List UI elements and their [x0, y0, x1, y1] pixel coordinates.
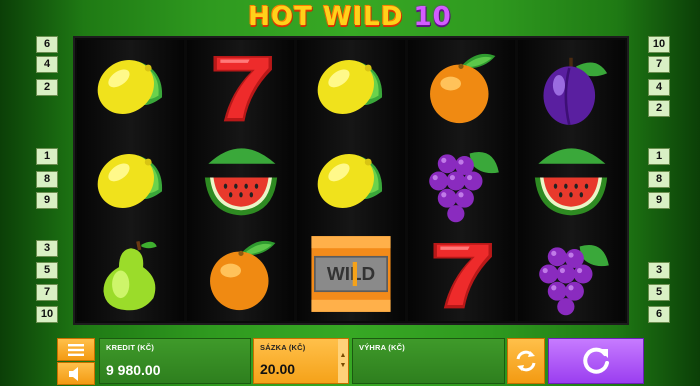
symbol-plum [518, 40, 625, 134]
payline-marker[interactable]: 6 [648, 306, 670, 323]
payline-marker[interactable]: 10 [36, 306, 58, 323]
orange-icon [430, 53, 496, 123]
autoplay-icon [516, 350, 536, 372]
orange-icon [209, 241, 276, 311]
reel-3: WILD [297, 40, 405, 321]
symbol-orange [187, 227, 294, 321]
spin-icon [583, 347, 609, 374]
lemon-icon [97, 153, 162, 208]
reel-1 [77, 40, 185, 321]
autoplay-button[interactable] [507, 338, 545, 384]
symbol-seven [187, 40, 294, 134]
bet-down-icon[interactable]: ▼ [340, 361, 347, 371]
lemon-icon [97, 59, 162, 114]
symbol-lemon [297, 134, 404, 228]
win-panel: VÝHRA (KČ) [352, 338, 505, 384]
payline-marker[interactable]: 10 [648, 36, 670, 53]
symbol-watermelon [187, 134, 294, 228]
seven-icon [213, 55, 272, 122]
symbol-grapes [518, 227, 625, 321]
lemon-icon [317, 153, 383, 208]
sound-button[interactable] [57, 362, 95, 385]
symbol-pear [77, 227, 184, 321]
payline-marker[interactable]: 2 [648, 100, 670, 117]
symbol-lemon [297, 40, 404, 134]
seven-icon [433, 243, 493, 309]
reel-2 [187, 40, 295, 321]
payline-marker[interactable]: 4 [648, 79, 670, 96]
credit-label: KREDIT (KČ) [106, 343, 155, 352]
payline-marker[interactable]: 4 [36, 56, 58, 73]
credit-value: 9 980.00 [106, 362, 161, 378]
payline-marker[interactable]: 7 [648, 56, 670, 73]
bet-adjust-arrows[interactable]: ▲ ▼ [338, 339, 348, 383]
bet-up-icon[interactable]: ▲ [340, 351, 347, 361]
payline-marker[interactable]: 7 [36, 284, 58, 301]
payline-marker[interactable]: 1 [36, 148, 58, 165]
symbol-lemon [77, 134, 184, 228]
payline-marker[interactable]: 9 [36, 192, 58, 209]
wild-icon: WILD [311, 236, 391, 313]
lemon-icon [317, 59, 383, 114]
symbol-wild: WILD [297, 227, 404, 321]
payline-marker[interactable]: 9 [648, 192, 670, 209]
menu-icon [68, 343, 84, 356]
game-title: HOT WILD 10 [0, 2, 700, 32]
watermelon-icon [535, 147, 608, 215]
payline-marker[interactable]: 5 [648, 284, 670, 301]
payline-marker[interactable]: 8 [36, 171, 58, 188]
payline-marker[interactable]: 3 [36, 240, 58, 257]
bet-value: 20.00 [260, 361, 296, 377]
payline-marker[interactable]: 5 [36, 262, 58, 279]
pear-icon [103, 241, 157, 311]
menu-button[interactable] [57, 338, 95, 361]
payline-marker[interactable]: 8 [648, 171, 670, 188]
wild-text: WILD [327, 264, 375, 285]
spin-button[interactable] [548, 338, 644, 384]
symbol-orange [408, 40, 515, 134]
bet-panel[interactable]: SÁZKA (KČ) 20.00 ▲ ▼ [253, 338, 349, 384]
win-label: VÝHRA (KČ) [359, 343, 405, 352]
symbol-lemon [77, 40, 184, 134]
payline-marker[interactable]: 3 [648, 262, 670, 279]
reels-grid: WILD [73, 36, 629, 325]
payline-marker[interactable]: 1 [648, 148, 670, 165]
symbol-watermelon [518, 134, 625, 228]
grapes-icon [429, 151, 500, 222]
reel-4 [407, 40, 515, 321]
game-title-number: 10 [413, 2, 452, 32]
bet-label: SÁZKA (KČ) [260, 343, 306, 352]
sound-icon [69, 366, 78, 381]
reel-5 [517, 40, 626, 321]
symbol-grapes [408, 134, 515, 228]
plum-icon [543, 57, 608, 125]
payline-marker[interactable]: 2 [36, 79, 58, 96]
credit-panel: KREDIT (KČ) 9 980.00 [99, 338, 251, 384]
watermelon-icon [204, 147, 277, 215]
grapes-icon [539, 245, 610, 316]
symbol-seven [408, 227, 515, 321]
payline-marker[interactable]: 6 [36, 36, 58, 53]
game-title-main: HOT WILD [248, 2, 404, 32]
control-bar: KREDIT (KČ) 9 980.00 SÁZKA (KČ) 20.00 ▲ … [0, 336, 700, 386]
